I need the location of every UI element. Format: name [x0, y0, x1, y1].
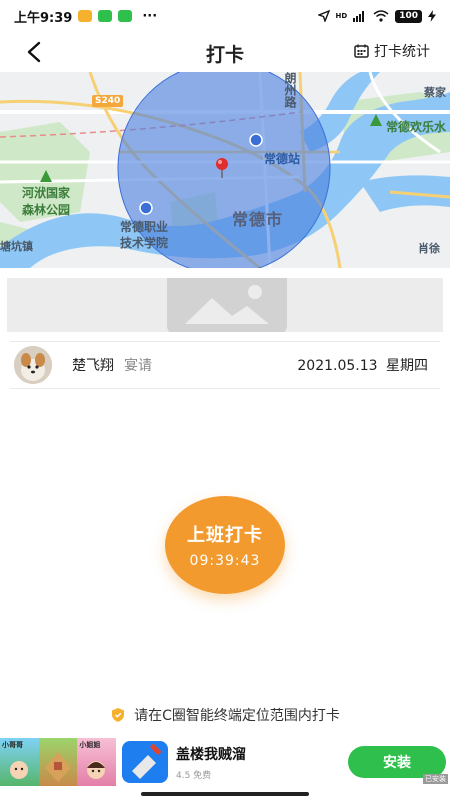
user-name: 楚飞翔 — [72, 358, 114, 374]
clock-in-label: 上班打卡 — [187, 525, 263, 546]
charging-icon — [428, 10, 436, 22]
map-label-theme-park: 常德欢乐水 — [386, 120, 447, 134]
map-label-station: 常德站 — [264, 152, 301, 166]
image-placeholder-icon — [167, 278, 287, 332]
ad-thumbnails: 小哥哥 小姐姐 — [0, 738, 117, 786]
map-label-town-left: 塘坑镇 — [0, 240, 33, 253]
station-icon — [249, 133, 263, 147]
status-left: 上午9:39 ··· — [14, 7, 157, 26]
signal-bars-icon — [353, 11, 365, 22]
status-time: 上午9:39 — [14, 10, 73, 26]
location-hint-text: 请在C圈智能终端定位范围内打卡 — [134, 708, 340, 724]
notification-app-icon — [78, 10, 93, 22]
map-label-street: 朗州路 — [283, 72, 297, 108]
map-label-school-line2: 技术学院 — [120, 236, 169, 250]
character-icon — [10, 761, 28, 779]
location-map[interactable]: S240 朗州路 蔡家 常德欢乐水 常德站 河洑国家 森林公园 常德市 常德职业… — [0, 72, 450, 268]
status-bar: 上午9:39 ··· HD 100 — [0, 0, 450, 32]
current-date: 2021.05.13 星期四 — [297, 358, 428, 374]
trowel-icon — [132, 744, 161, 779]
wechat-icon — [98, 10, 113, 22]
map-label-city: 常德市 — [232, 210, 284, 229]
user-role: 宴请 — [124, 358, 152, 374]
map-label-park-line1: 河洑国家 — [22, 186, 71, 200]
map-label-park-line2: 森林公园 — [22, 203, 71, 217]
notification-app-icon — [118, 10, 133, 22]
punch-stats-button[interactable]: 打卡统计 — [354, 41, 430, 61]
status-right: HD 100 — [317, 9, 436, 23]
user-info-row: 楚飞翔 宴请 2021.05.13 星期四 — [10, 341, 440, 389]
wifi-icon — [373, 10, 389, 22]
avatar[interactable] — [14, 346, 52, 384]
clock-in-time: 09:39:43 — [189, 553, 261, 569]
image-placeholder — [7, 278, 443, 332]
nav-bar: 打卡 打卡统计 — [0, 32, 450, 72]
map-label-school-line1: 常德职业 — [120, 220, 169, 234]
map-label-top-right: 蔡家 — [424, 86, 446, 99]
more-notifications-icon: ··· — [142, 8, 158, 24]
ad-thumbnail: 小姐姐 — [77, 738, 117, 786]
location-hint: 请在C圈智能终端定位范围内打卡 — [0, 705, 450, 725]
calendar-icon — [354, 44, 369, 58]
ad-banner[interactable]: 小哥哥 小姐姐 盖楼我贼溜 4.5 免费 安装 已安装 — [0, 738, 450, 786]
ad-title: 盖楼我贼溜 — [176, 746, 246, 763]
castle-icon — [44, 752, 71, 782]
ad-badge: 已安装 — [423, 774, 448, 784]
shield-icon — [112, 708, 125, 722]
ad-text: 盖楼我贼溜 4.5 免费 — [176, 744, 246, 781]
home-indicator[interactable] — [141, 792, 309, 796]
ad-thumbnail — [38, 738, 78, 786]
battery-indicator: 100 — [395, 9, 422, 23]
map-canvas — [0, 72, 450, 268]
map-label-town-right: 肖徐 — [418, 242, 440, 255]
ad-app-icon[interactable] — [122, 741, 168, 783]
school-icon — [139, 201, 153, 215]
location-arrow-icon — [317, 10, 330, 22]
dog-avatar-icon — [14, 346, 52, 384]
signal-hd-label: HD — [335, 12, 348, 20]
road-badge: S240 — [92, 95, 124, 107]
ad-meta: 4.5 免费 — [176, 770, 212, 781]
ad-thumbnail: 小哥哥 — [0, 738, 39, 786]
character-icon — [87, 761, 106, 779]
clock-in-button[interactable]: 上班打卡 09:39:43 — [165, 496, 285, 594]
punch-stats-label: 打卡统计 — [374, 44, 430, 60]
